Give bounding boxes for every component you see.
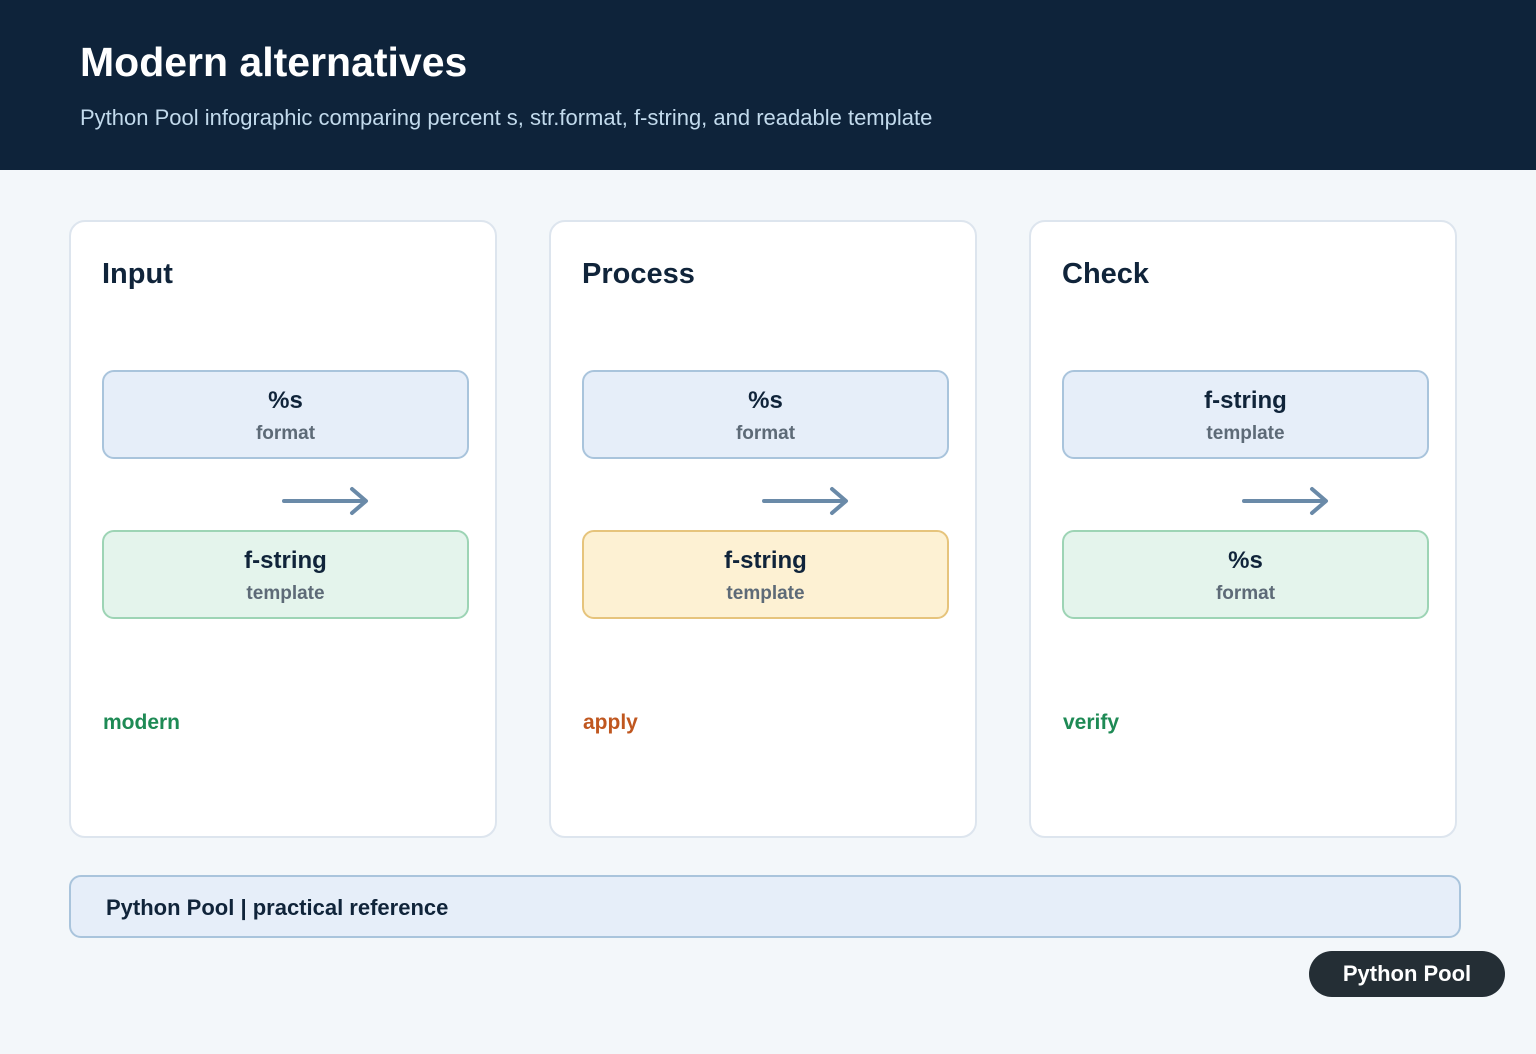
footer-bar: Python Pool | practical reference (69, 875, 1461, 938)
node-sublabel: template (1206, 423, 1285, 444)
bottom-node: f-string template (582, 530, 949, 619)
node-label: f-string (724, 547, 807, 574)
top-node: f-string template (1062, 370, 1429, 459)
right-arrow-icon (762, 487, 848, 515)
panel-tag: modern (103, 711, 181, 734)
panel-tag: verify (1063, 711, 1120, 734)
header: Modern alternatives Python Pool infograp… (0, 0, 1536, 170)
page-subtitle: Python Pool infographic comparing percen… (80, 105, 933, 130)
panel-check: Check f-string template %s format verify (1029, 220, 1457, 838)
node-label: %s (748, 387, 783, 414)
top-node: %s format (582, 370, 949, 459)
panel-process: Process %s format f-string template appl… (549, 220, 977, 838)
panel-title: Check (1062, 258, 1150, 290)
node-sublabel: format (735, 423, 796, 444)
node-label: %s (1228, 547, 1263, 574)
node-sublabel: format (255, 423, 316, 444)
bottom-node: %s format (1062, 530, 1429, 619)
node-sublabel: format (1215, 583, 1276, 604)
top-node: %s format (102, 370, 469, 459)
node-label: f-string (1204, 387, 1287, 414)
page-title: Modern alternatives (80, 39, 468, 85)
panel-tag: apply (583, 711, 638, 734)
node-label: %s (268, 387, 303, 414)
node-label: f-string (244, 547, 327, 574)
node-sublabel: template (726, 583, 805, 604)
bottom-node: f-string template (102, 530, 469, 619)
panel-title: Process (582, 258, 695, 290)
node-sublabel: template (246, 583, 325, 604)
brand-badge: Python Pool (1309, 951, 1505, 997)
footer-text: Python Pool | practical reference (106, 895, 449, 920)
right-arrow-icon (282, 487, 368, 515)
right-arrow-icon (1242, 487, 1328, 515)
panel-title: Input (102, 258, 173, 290)
panel-input: Input %s format f-string template modern (69, 220, 497, 838)
